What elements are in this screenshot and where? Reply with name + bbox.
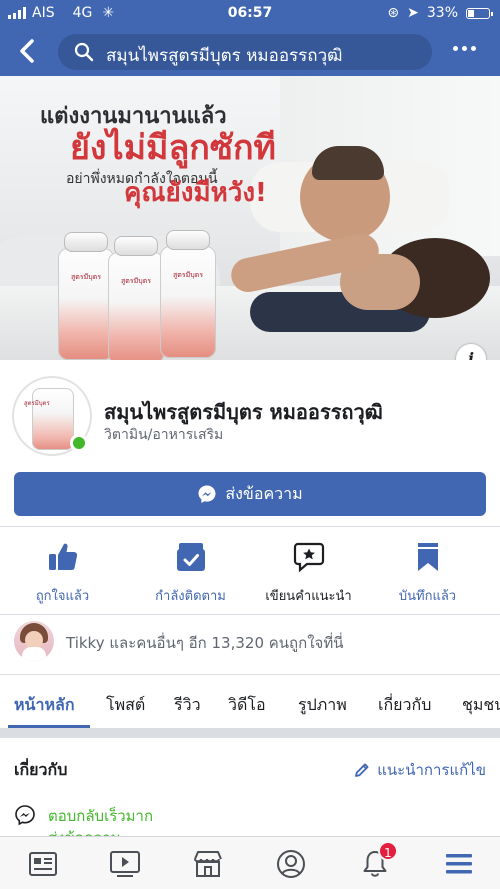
cover-man-hair	[312, 146, 384, 180]
nav-profile[interactable]	[274, 847, 308, 881]
following-check-icon	[128, 541, 253, 573]
more-options-button[interactable]	[453, 46, 476, 51]
news-feed-icon	[29, 852, 57, 876]
marketplace-icon	[194, 851, 222, 877]
nav-news-feed[interactable]	[26, 847, 60, 881]
notification-badge: 1	[378, 841, 398, 861]
nav-marketplace[interactable]	[191, 847, 225, 881]
top-bar: AIS 4G ✳ 06:57 ⊛ ➤ 33% สมุนไพรสูตรมีบุตร…	[0, 0, 500, 76]
cover-headline-2: ยังไม่มีลูกซักที	[70, 128, 276, 168]
online-status-dot	[70, 434, 88, 452]
tab-home[interactable]: หน้าหลัก	[14, 693, 75, 718]
about-section: เกี่ยวกับ แนะนำการแก้ไข ตอบกลับเร็วมาก ส…	[0, 738, 500, 838]
tab-videos[interactable]: วิดีโอ	[228, 693, 266, 718]
messenger-icon	[198, 485, 216, 503]
friend-avatar	[14, 621, 54, 661]
watch-video-icon	[110, 851, 140, 877]
response-time: ตอบกลับเร็วมาก	[48, 807, 154, 825]
following-label: กำลังติดตาม	[155, 589, 226, 604]
battery-fill	[468, 9, 474, 17]
about-title: เกี่ยวกับ	[14, 760, 68, 779]
profile-icon	[277, 850, 305, 878]
tab-reviews[interactable]: รีวิว	[174, 693, 201, 718]
liked-button[interactable]: ถูกใจแล้ว	[0, 541, 125, 606]
product-bottle: สูตรมีบุตร	[160, 230, 216, 358]
action-bar: ถูกใจแล้ว กำลังติดตาม เขียนคำแนะนำ บันทึ…	[0, 526, 500, 614]
likes-summary: Tikky และคนอื่นๆ อีก 13,320 คนถูกใจที่นี…	[66, 634, 344, 652]
bottom-navigation: 1	[0, 836, 500, 889]
page-tabs: หน้าหลัก โพสต์ รีวิว วิดีโอ รูปภาพ เกี่ย…	[0, 674, 500, 728]
menu-icon	[446, 854, 472, 874]
recommend-star-icon	[246, 541, 371, 573]
pencil-icon	[355, 763, 369, 777]
product-bottle: สูตรมีบุตร	[58, 232, 114, 360]
more-dots-icon	[453, 46, 476, 51]
liked-label: ถูกใจแล้ว	[35, 589, 90, 604]
rotation-lock-icon: ⊛	[387, 5, 400, 21]
write-recommendation-button[interactable]: เขียนคำแนะนำ	[246, 541, 371, 606]
saved-button[interactable]: บันทึกแล้ว	[365, 541, 490, 606]
tab-community[interactable]: ชุมชน	[462, 693, 500, 718]
back-button[interactable]	[14, 36, 42, 66]
search-text: สมุนไพรสูตรมีบุตร หมออรรถวุฒิ	[106, 46, 343, 66]
search-field[interactable]: สมุนไพรสูตรมีบุตร หมออรรถวุฒิ	[58, 34, 432, 70]
cover-headline-3: คุณยังมีหวัง!	[124, 178, 267, 208]
thumbs-up-icon	[0, 541, 125, 573]
send-message-button[interactable]: ส่งข้อความ	[14, 472, 486, 516]
bookmark-icon	[365, 541, 490, 573]
avatar-bottle-label: สูตรมีบุตร	[24, 400, 50, 407]
location-arrow-icon: ➤	[407, 5, 419, 21]
friends-like-row[interactable]: Tikky และคนอื่นๆ อีก 13,320 คนถูกใจที่นี…	[0, 614, 500, 674]
tab-about[interactable]: เกี่ยวกับ	[378, 693, 431, 718]
nav-watch[interactable]	[108, 847, 142, 881]
following-button[interactable]: กำลังติดตาม	[128, 541, 253, 606]
suggest-edit-label: แนะนำการแก้ไข	[377, 761, 486, 779]
write-recommendation-label: เขียนคำแนะนำ	[265, 589, 352, 604]
status-right: ⊛ ➤ 33%	[387, 5, 493, 21]
page-category: วิตามิน/อาหารเสริม	[104, 427, 224, 443]
saved-label: บันทึกแล้ว	[398, 589, 457, 604]
section-divider	[0, 728, 500, 738]
product-bottle: สูตรมีบุตร	[108, 236, 164, 360]
send-message-label: ส่งข้อความ	[225, 483, 303, 503]
messenger-response-icon	[15, 805, 35, 826]
nav-menu[interactable]	[442, 847, 476, 881]
search-icon	[74, 42, 94, 62]
suggest-edit-link[interactable]: แนะนำการแก้ไข	[353, 758, 486, 782]
tab-photos[interactable]: รูปภาพ	[298, 693, 347, 718]
cover-photo[interactable]: สูตรมีบุตร สูตรมีบุตร สูตรมีบุตร แต่งงาน…	[0, 76, 500, 360]
battery-percent: 33%	[426, 5, 458, 21]
tab-posts[interactable]: โพสต์	[106, 693, 145, 718]
back-arrow-icon	[20, 39, 34, 63]
page-profile: สูตรมีบุตร สมุนไพรสูตรมีบุตร หมออรรถวุฒิ…	[0, 360, 500, 540]
battery-icon	[466, 7, 493, 19]
status-bar: AIS 4G ✳ 06:57 ⊛ ➤ 33%	[0, 0, 500, 26]
